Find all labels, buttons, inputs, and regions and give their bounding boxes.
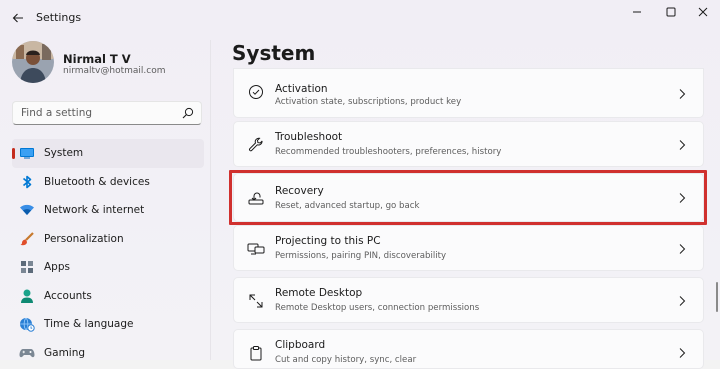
card-subtitle: Remote Desktop users, connection permiss… bbox=[275, 303, 480, 313]
brush-icon bbox=[19, 231, 35, 247]
sidebar-item-label: Apps bbox=[44, 261, 70, 274]
globe-clock-icon bbox=[19, 316, 35, 332]
clipboard-icon bbox=[247, 344, 265, 362]
back-arrow-icon bbox=[12, 13, 23, 23]
scrollbar[interactable] bbox=[716, 282, 718, 312]
card-subtitle: Recommended troubleshooters, preferences… bbox=[275, 147, 502, 157]
sidebar-item-bluetooth[interactable]: Bluetooth & devices bbox=[12, 168, 204, 197]
maximize-icon bbox=[666, 7, 676, 17]
sidebar-item-label: Accounts bbox=[44, 289, 92, 302]
card-title: Projecting to this PC bbox=[275, 235, 381, 247]
search-icon[interactable] bbox=[181, 106, 195, 120]
chevron-right-icon bbox=[679, 296, 686, 306]
card-title: Troubleshoot bbox=[275, 131, 343, 143]
sidebar-item-gaming[interactable]: Gaming bbox=[12, 339, 204, 368]
projecting-icon bbox=[247, 240, 265, 258]
sidebar-divider bbox=[210, 40, 211, 360]
chevron-right-icon bbox=[679, 140, 686, 150]
settings-window: Settings Nirmal T V nirmaltv@hotmail.com… bbox=[0, 0, 720, 369]
remote-desktop-icon bbox=[247, 292, 265, 310]
page-title: System bbox=[232, 41, 316, 65]
gaming-icon bbox=[19, 345, 35, 361]
activation-check-icon bbox=[247, 83, 265, 101]
card-title: Activation bbox=[275, 83, 328, 95]
user-photo-icon bbox=[12, 41, 54, 83]
sidebar-item-time-language[interactable]: Time & language bbox=[12, 310, 204, 339]
sidebar-item-label: Time & language bbox=[44, 318, 134, 331]
settings-card-troubleshoot[interactable]: Troubleshoot Recommended troubleshooters… bbox=[233, 121, 704, 167]
card-subtitle: Permissions, pairing PIN, discoverabilit… bbox=[275, 251, 447, 261]
sidebar-nav: System Bluetooth & devices Network & int… bbox=[12, 139, 204, 367]
sidebar-item-accounts[interactable]: Accounts bbox=[12, 282, 204, 311]
system-icon bbox=[19, 145, 35, 161]
close-button[interactable] bbox=[686, 0, 720, 24]
sidebar-item-label: Network & internet bbox=[44, 204, 145, 217]
chevron-right-icon bbox=[679, 348, 686, 358]
user-email: nirmaltv@hotmail.com bbox=[63, 66, 166, 76]
close-icon bbox=[698, 7, 708, 17]
user-name: Nirmal T V bbox=[63, 52, 131, 66]
maximize-button[interactable] bbox=[654, 0, 688, 24]
back-button[interactable] bbox=[6, 6, 30, 30]
minimize-button[interactable] bbox=[620, 0, 654, 24]
chevron-right-icon bbox=[679, 89, 686, 99]
accounts-icon bbox=[19, 288, 35, 304]
card-subtitle: Cut and copy history, sync, clear bbox=[275, 355, 417, 365]
sidebar-item-label: Personalization bbox=[44, 232, 124, 245]
sidebar-item-system[interactable]: System bbox=[12, 139, 204, 168]
search-input[interactable]: Find a setting bbox=[21, 107, 92, 119]
sidebar-item-label: System bbox=[44, 147, 84, 160]
app-title: Settings bbox=[36, 11, 82, 24]
settings-card-activation[interactable]: Activation Activation state, subscriptio… bbox=[233, 68, 704, 118]
sidebar-item-network[interactable]: Network & internet bbox=[12, 196, 204, 225]
card-title: Remote Desktop bbox=[275, 287, 363, 299]
settings-card-clipboard[interactable]: Clipboard Cut and copy history, sync, cl… bbox=[233, 329, 704, 369]
card-subtitle: Activation state, subscriptions, product… bbox=[275, 97, 462, 107]
sidebar-item-label: Bluetooth & devices bbox=[44, 175, 150, 188]
settings-card-projecting[interactable]: Projecting to this PC Permissions, pairi… bbox=[233, 225, 704, 271]
title-bar: Settings bbox=[0, 0, 720, 36]
sidebar-item-apps[interactable]: Apps bbox=[12, 253, 204, 282]
bluetooth-icon bbox=[19, 174, 35, 190]
chevron-right-icon bbox=[679, 244, 686, 254]
sidebar-item-personalization[interactable]: Personalization bbox=[12, 225, 204, 254]
apps-icon bbox=[19, 259, 35, 275]
sidebar-item-label: Gaming bbox=[44, 346, 86, 359]
search-box[interactable]: Find a setting bbox=[12, 101, 202, 125]
wifi-icon bbox=[19, 202, 35, 218]
card-title: Clipboard bbox=[275, 339, 326, 351]
minimize-icon bbox=[633, 11, 641, 13]
wrench-icon bbox=[247, 136, 265, 154]
avatar[interactable] bbox=[12, 41, 54, 83]
highlight-annotation bbox=[229, 170, 707, 225]
settings-card-remote-desktop[interactable]: Remote Desktop Remote Desktop users, con… bbox=[233, 277, 704, 323]
